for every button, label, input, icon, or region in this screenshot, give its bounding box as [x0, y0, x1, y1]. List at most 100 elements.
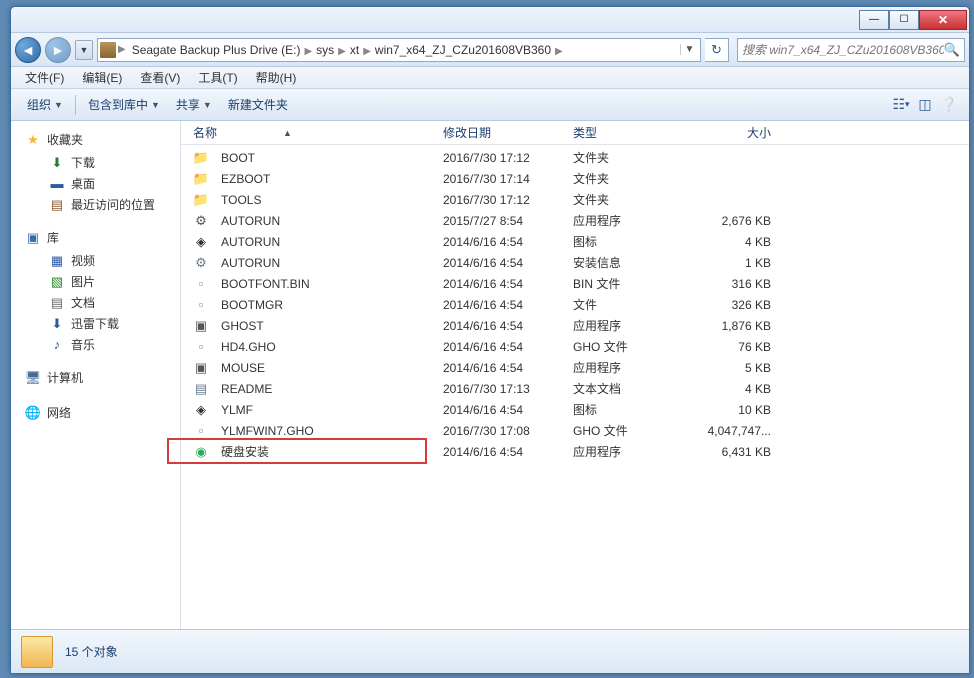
file-date: 2016/7/30 17:12 — [437, 193, 567, 207]
file-type: 文件夹 — [567, 149, 677, 166]
sidebar-label: 收藏夹 — [47, 131, 83, 148]
file-size: 5 KB — [677, 361, 777, 375]
file-row[interactable]: ⚙AUTORUN2014/6/16 4:54安装信息1 KB — [181, 252, 969, 273]
file-row[interactable]: ⚙AUTORUN2015/7/27 8:54应用程序2,676 KB — [181, 210, 969, 231]
sidebar-item[interactable]: ♪音乐 — [11, 334, 180, 355]
sidebar-item-label: 迅雷下载 — [71, 315, 119, 332]
menu-help[interactable]: 帮助(H) — [248, 67, 305, 88]
close-button[interactable] — [919, 10, 967, 30]
file-size: 326 KB — [677, 298, 777, 312]
sidebar-item-label: 音乐 — [71, 336, 95, 353]
window-buttons — [859, 10, 967, 30]
file-size: 316 KB — [677, 277, 777, 291]
file-type: 应用程序 — [567, 443, 677, 460]
share-button[interactable]: 共享▼ — [168, 92, 220, 117]
file-name: YLMF — [221, 403, 253, 417]
file-row[interactable]: ◈AUTORUN2014/6/16 4:54图标4 KB — [181, 231, 969, 252]
sidebar-item[interactable]: ⬇迅雷下载 — [11, 313, 180, 334]
drive-icon — [100, 42, 116, 58]
sidebar-item-icon: ▦ — [49, 253, 65, 269]
view-options-button[interactable]: ☷ ▾ — [889, 94, 913, 116]
file-type: 安装信息 — [567, 254, 677, 271]
newfolder-button[interactable]: 新建文件夹 — [220, 92, 296, 117]
chevron-right-icon: ▶ — [304, 46, 312, 57]
sidebar-item[interactable]: ▦视频 — [11, 250, 180, 271]
sidebar-item[interactable]: ▤最近访问的位置 — [11, 194, 180, 215]
file-size: 6,431 KB — [677, 445, 777, 459]
file-row[interactable]: ◈YLMF2014/6/16 4:54图标10 KB — [181, 399, 969, 420]
forward-button[interactable]: ► — [45, 37, 71, 63]
file-icon: ◈ — [193, 234, 209, 250]
file-name: MOUSE — [221, 361, 265, 375]
file-icon: ⚙ — [193, 255, 209, 271]
file-type: 应用程序 — [567, 359, 677, 376]
file-row[interactable]: ▤README2016/7/30 17:13文本文档4 KB — [181, 378, 969, 399]
minimize-button[interactable] — [859, 10, 889, 30]
search-box[interactable]: 🔍 — [737, 38, 965, 62]
navigation-pane: ★ 收藏夹 ⬇下载▬桌面▤最近访问的位置 ▣ 库 ▦视频▧图片▤文档⬇迅雷下载♪… — [11, 121, 181, 629]
breadcrumb-segment[interactable]: sys — [312, 43, 338, 57]
sidebar-item-icon: ⬇ — [49, 155, 65, 171]
file-row[interactable]: ▫BOOTFONT.BIN2014/6/16 4:54BIN 文件316 KB — [181, 273, 969, 294]
sidebar-item[interactable]: ▬ 桌面 — [11, 173, 180, 194]
file-type: 文本文档 — [567, 380, 677, 397]
breadcrumb-segment[interactable]: xt — [346, 43, 363, 57]
file-row[interactable]: 📁BOOT2016/7/30 17:12文件夹 — [181, 147, 969, 168]
address-bar[interactable]: ▶ Seagate Backup Plus Drive (E:)▶sys▶xt▶… — [97, 38, 701, 62]
file-row[interactable]: ▫BOOTMGR2014/6/16 4:54文件326 KB — [181, 294, 969, 315]
computer-icon: 🖥 — [25, 370, 41, 386]
title-bar — [11, 7, 969, 33]
file-name: HD4.GHO — [221, 340, 276, 354]
file-row[interactable]: ▫YLMFWIN7.GHO2016/7/30 17:08GHO 文件4,047,… — [181, 420, 969, 441]
back-button[interactable]: ◄ — [15, 37, 41, 63]
column-name[interactable]: 名称▲ — [187, 124, 437, 141]
include-button[interactable]: 包含到库中▼ — [80, 92, 168, 117]
organize-button[interactable]: 组织▼ — [19, 92, 71, 117]
menu-edit[interactable]: 编辑(E) — [74, 67, 130, 88]
file-name: EZBOOT — [221, 172, 270, 186]
file-date: 2014/6/16 4:54 — [437, 277, 567, 291]
menu-tools[interactable]: 工具(T) — [190, 67, 245, 88]
menu-view[interactable]: 查看(V) — [132, 67, 188, 88]
file-icon: ◉ — [193, 444, 209, 460]
sidebar-network[interactable]: 🌐 网络 — [11, 402, 180, 425]
file-row[interactable]: ▣GHOST2014/6/16 4:54应用程序1,876 KB — [181, 315, 969, 336]
sidebar-computer[interactable]: 🖥 计算机 — [11, 367, 180, 390]
sidebar-item-icon: ▬ — [49, 176, 65, 192]
preview-pane-button[interactable]: ◫ — [913, 94, 937, 116]
sidebar-favorites[interactable]: ★ 收藏夹 — [11, 129, 180, 152]
divider — [75, 95, 76, 115]
search-input[interactable] — [742, 43, 944, 57]
file-row[interactable]: ▫HD4.GHO2014/6/16 4:54GHO 文件76 KB — [181, 336, 969, 357]
column-size[interactable]: 大小 — [677, 124, 777, 141]
file-row[interactable]: 📁EZBOOT2016/7/30 17:14文件夹 — [181, 168, 969, 189]
sidebar-item-label: 文档 — [71, 294, 95, 311]
column-date[interactable]: 修改日期 — [437, 124, 567, 141]
refresh-button[interactable]: ↻ — [705, 38, 729, 62]
sidebar-item-label: 桌面 — [71, 175, 95, 192]
breadcrumb-segment[interactable]: Seagate Backup Plus Drive (E:) — [128, 43, 305, 57]
history-dropdown[interactable]: ▼ — [75, 40, 93, 60]
sidebar-item[interactable]: ▧图片 — [11, 271, 180, 292]
sidebar-item[interactable]: ▤文档 — [11, 292, 180, 313]
help-icon[interactable]: ❔ — [937, 94, 961, 116]
file-icon: ▫ — [193, 423, 209, 439]
maximize-button[interactable] — [889, 10, 919, 30]
file-icon: ▫ — [193, 297, 209, 313]
menu-file[interactable]: 文件(F) — [17, 67, 72, 88]
sidebar-libraries[interactable]: ▣ 库 — [11, 227, 180, 250]
file-date: 2016/7/30 17:12 — [437, 151, 567, 165]
file-name: README — [221, 382, 272, 396]
file-icon: 📁 — [193, 192, 209, 208]
column-type[interactable]: 类型 — [567, 124, 677, 141]
file-name: BOOTMGR — [221, 298, 283, 312]
file-date: 2014/6/16 4:54 — [437, 445, 567, 459]
file-row[interactable]: 📁TOOLS2016/7/30 17:12文件夹 — [181, 189, 969, 210]
file-date: 2016/7/30 17:13 — [437, 382, 567, 396]
file-row[interactable]: ▣MOUSE2014/6/16 4:54应用程序5 KB — [181, 357, 969, 378]
file-type: 文件夹 — [567, 191, 677, 208]
file-row[interactable]: ◉硬盘安装2014/6/16 4:54应用程序6,431 KB — [181, 441, 969, 462]
breadcrumb-segment[interactable]: win7_x64_ZJ_CZu201608VB360 — [371, 43, 555, 57]
address-dropdown[interactable]: ▼ — [680, 44, 698, 55]
sidebar-item[interactable]: ⬇下载 — [11, 152, 180, 173]
